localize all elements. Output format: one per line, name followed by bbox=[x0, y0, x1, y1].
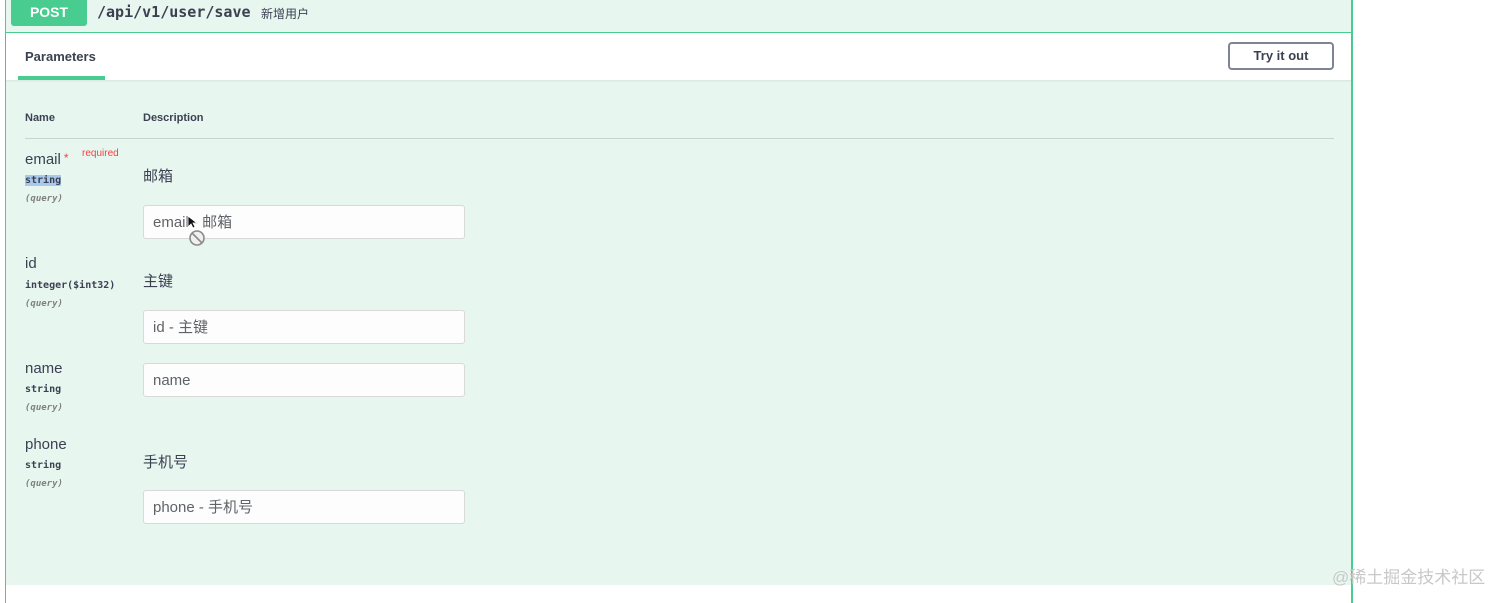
watermark: @稀土掘金技术社区 bbox=[1332, 568, 1486, 587]
pointer-cursor-icon bbox=[187, 215, 205, 246]
try-it-out-button[interactable]: Try it out bbox=[1228, 42, 1334, 70]
operation-summary[interactable]: POST /api/v1/user/save 新增用户 bbox=[6, 0, 1351, 33]
param-description-id: 主键 bbox=[143, 273, 174, 290]
id-input[interactable] bbox=[143, 310, 465, 344]
param-in-phone: (query) bbox=[25, 479, 63, 489]
param-type-email: string bbox=[25, 175, 62, 186]
param-in-name: (query) bbox=[25, 403, 63, 413]
not-allowed-icon bbox=[189, 230, 205, 246]
name-input[interactable] bbox=[143, 363, 465, 397]
tab-parameters[interactable]: Parameters bbox=[18, 33, 105, 80]
header-divider bbox=[25, 138, 1334, 139]
operation-block: POST /api/v1/user/save 新增用户 Parameters T… bbox=[5, 0, 1352, 603]
param-description-phone: 手机号 bbox=[143, 454, 189, 471]
param-type-id: integer($int32) bbox=[25, 280, 116, 291]
operation-path: /api/v1/user/save bbox=[97, 3, 251, 21]
operation-summary-text: 新增用户 bbox=[261, 7, 310, 21]
block-right-border bbox=[1352, 0, 1353, 603]
required-star: * bbox=[63, 151, 69, 165]
param-in-id: (query) bbox=[25, 299, 63, 309]
param-name-name: name bbox=[25, 360, 63, 377]
param-type-phone: string bbox=[25, 460, 62, 471]
param-description-email: 邮箱 bbox=[143, 168, 174, 185]
param-in-email: (query) bbox=[25, 194, 63, 204]
param-name-id: id bbox=[25, 255, 37, 272]
param-name-phone: phone bbox=[25, 436, 67, 453]
param-name-text: email bbox=[25, 151, 61, 168]
column-header-name: Name bbox=[25, 112, 55, 124]
column-header-description: Description bbox=[143, 112, 204, 124]
phone-input[interactable] bbox=[143, 490, 465, 524]
required-label: required bbox=[82, 148, 119, 159]
block-footer bbox=[6, 585, 1351, 603]
parameters-header: Parameters Try it out bbox=[6, 33, 1351, 80]
param-type-name: string bbox=[25, 384, 62, 395]
method-badge: POST bbox=[11, 0, 87, 26]
param-name-email: email * bbox=[25, 151, 69, 168]
